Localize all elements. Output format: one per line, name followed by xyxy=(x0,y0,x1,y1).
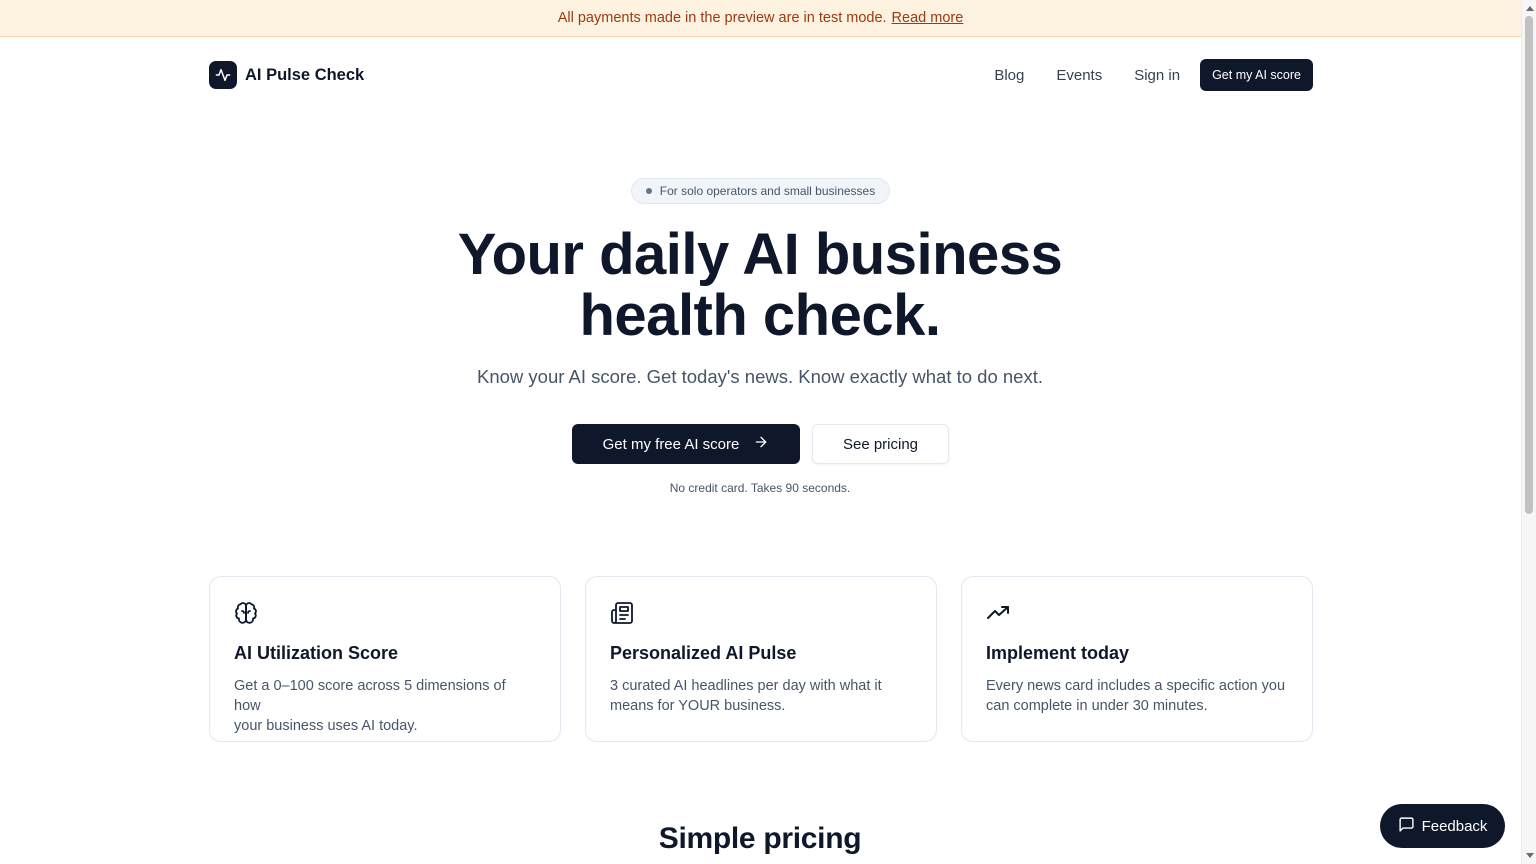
nav-link-sign-in[interactable]: Sign in xyxy=(1134,67,1180,84)
feature-description-line-1: Every news card includes a specific acti… xyxy=(986,678,1286,694)
get-ai-score-button[interactable]: Get my AI score xyxy=(1200,59,1313,91)
top-nav: AI Pulse Check Blog Events Sign in Get m… xyxy=(209,59,1313,91)
feature-description-line-1: Get a 0–100 score across 5 dimensions of… xyxy=(234,678,506,714)
feature-title: AI Utilization Score xyxy=(234,643,399,663)
read-more-link[interactable]: Read more xyxy=(892,10,964,26)
nav-link-events[interactable]: Events xyxy=(1056,67,1102,84)
brand-logo-link[interactable]: AI Pulse Check xyxy=(209,61,364,89)
feature-title: Personalized AI Pulse xyxy=(610,643,797,663)
message-square-icon xyxy=(1398,816,1415,837)
feature-description-line-2: can complete in under 30 minutes. xyxy=(986,698,1208,714)
nav-links: Blog Events Sign in Get my AI score xyxy=(994,59,1313,91)
banner-message: All payments made in the preview are in … xyxy=(557,10,887,26)
test-mode-banner: All payments made in the preview are in … xyxy=(0,0,1521,37)
get-free-score-label: Get my free AI score xyxy=(602,435,740,453)
pricing-section-title: Simple pricing xyxy=(658,822,862,855)
feature-card-implement: Implement today Every news card includes… xyxy=(961,576,1313,742)
feature-description-line-1: 3 curated AI headlines per day with what… xyxy=(610,678,882,694)
feature-description: Get a 0–100 score across 5 dimensions of… xyxy=(234,676,536,736)
get-free-score-button[interactable]: Get my free AI score xyxy=(572,424,800,464)
hero-note: No credit card. Takes 90 seconds. xyxy=(669,481,851,495)
feature-description: 3 curated AI headlines per day with what… xyxy=(610,676,912,716)
nav-link-blog[interactable]: Blog xyxy=(994,67,1024,84)
feedback-button[interactable]: Feedback xyxy=(1380,804,1505,848)
hero-subtitle: Know your AI score. Get today's news. Kn… xyxy=(476,366,1043,387)
badge-text: For solo operators and small businesses xyxy=(659,184,876,198)
feature-card-score: AI Utilization Score Get a 0–100 score a… xyxy=(209,576,561,742)
newspaper-icon xyxy=(610,601,634,625)
badge-dot-icon xyxy=(645,188,652,194)
feature-card-pulse: Personalized AI Pulse 3 curated AI headl… xyxy=(585,576,937,742)
feature-title: Implement today xyxy=(986,643,1130,663)
feature-description-line-2: means for YOUR business. xyxy=(610,698,786,714)
scroll-down-icon[interactable] xyxy=(1526,853,1534,858)
hero-title-line-2: health check. xyxy=(579,283,941,348)
hero-title: Your daily AI business health check. xyxy=(360,224,1160,346)
audience-badge: For solo operators and small businesses xyxy=(631,178,890,204)
scroll-up-icon[interactable] xyxy=(1526,6,1534,11)
pulse-icon xyxy=(209,61,237,89)
scroll-thumb[interactable] xyxy=(1525,16,1533,514)
feedback-label: Feedback xyxy=(1421,817,1488,835)
page-scrollbar[interactable] xyxy=(1521,0,1536,864)
hero-title-line-1: Your daily AI business xyxy=(457,222,1063,287)
brain-icon xyxy=(234,601,258,625)
feature-description-line-2: your business uses AI today. xyxy=(234,718,418,734)
arrow-right-icon xyxy=(753,434,769,454)
brand-name: AI Pulse Check xyxy=(245,65,365,84)
trending-up-icon xyxy=(986,601,1010,625)
see-pricing-button[interactable]: See pricing xyxy=(812,424,949,464)
feature-description: Every news card includes a specific acti… xyxy=(986,676,1288,716)
